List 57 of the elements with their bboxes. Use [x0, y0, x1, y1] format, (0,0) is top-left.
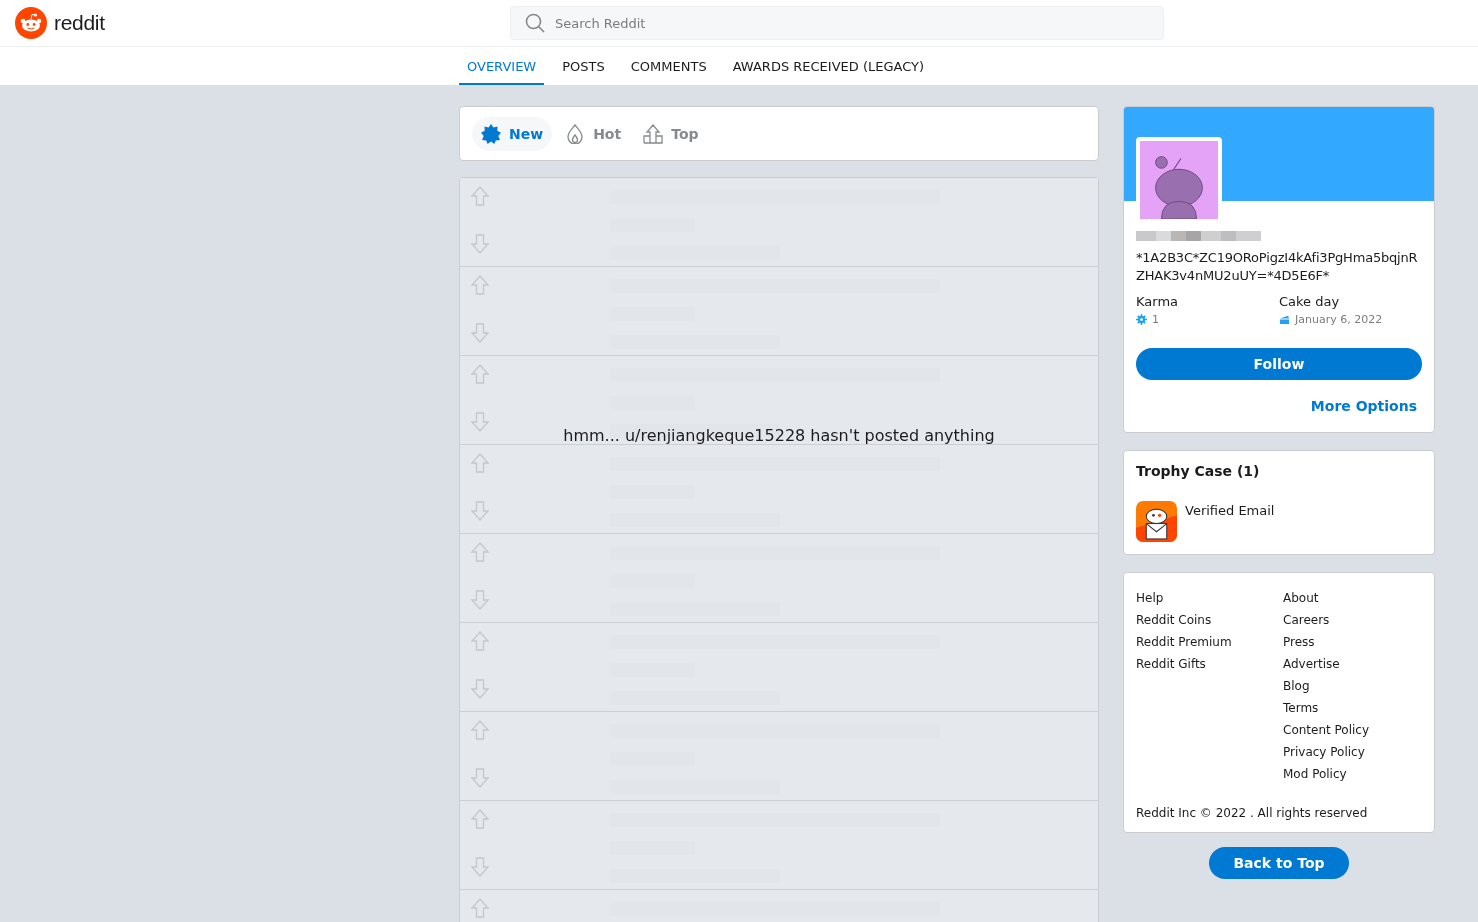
logo-icon[interactable]	[15, 7, 47, 39]
karma-value: 1	[1152, 313, 1159, 326]
downvote-icon[interactable]	[470, 412, 490, 432]
footer-link[interactable]: Press	[1283, 631, 1422, 653]
logo-wordmark[interactable]: reddit	[54, 11, 105, 35]
trophy-name: Verified Email	[1185, 503, 1275, 518]
cake-day-label: Cake day	[1279, 294, 1341, 309]
downvote-icon[interactable]	[470, 501, 490, 521]
upvote-icon[interactable]	[470, 809, 490, 829]
footer-link[interactable]: Advertise	[1283, 653, 1422, 675]
follow-button[interactable]: Follow	[1136, 348, 1422, 380]
profile-description: *1A2B3C*ZC19ORoPigzI4kAfi3PgHma5bqjnRZHAK3v4nMU2uUY=*4D5E6F*	[1136, 249, 1419, 285]
footer-link[interactable]: Blog	[1283, 675, 1422, 697]
gear-icon	[1136, 314, 1147, 325]
downvote-icon[interactable]	[470, 590, 490, 610]
bar-chart-icon	[643, 123, 664, 144]
upvote-icon[interactable]	[470, 898, 490, 918]
karma-label: Karma	[1136, 294, 1179, 309]
badge-icon	[481, 123, 501, 144]
downvote-icon[interactable]	[470, 768, 490, 788]
profile-tab[interactable]: COMMENTS	[622, 47, 715, 85]
footer-link[interactable]: Careers	[1283, 609, 1422, 631]
upvote-icon[interactable]	[470, 720, 490, 740]
upvote-icon[interactable]	[470, 453, 490, 473]
footer-link[interactable]: Reddit Premium	[1136, 631, 1283, 653]
upvote-icon[interactable]	[470, 631, 490, 651]
upvote-icon[interactable]	[470, 275, 490, 295]
footer-link[interactable]: Privacy Policy	[1283, 741, 1422, 763]
footer-link[interactable]: Reddit Gifts	[1136, 653, 1283, 675]
back-to-top-button[interactable]: Back to Top	[1209, 847, 1349, 879]
search-field[interactable]: Search Reddit	[510, 6, 1164, 40]
footer-link[interactable]: About	[1283, 587, 1422, 609]
upvote-icon[interactable]	[470, 364, 490, 384]
trophy-case-title: Trophy Case (1)	[1136, 463, 1261, 479]
trophy-icon	[1136, 501, 1177, 542]
profile-tab[interactable]: AWARDS RECEIVED (LEGACY)	[724, 47, 933, 85]
downvote-icon[interactable]	[470, 679, 490, 699]
search-icon	[525, 13, 545, 33]
more-options-link[interactable]: More Options	[1310, 398, 1417, 414]
flame-icon	[565, 123, 586, 144]
footer-link[interactable]: Help	[1136, 587, 1283, 609]
cake-day-value: January 6, 2022	[1295, 313, 1383, 326]
sort-button[interactable]: New	[472, 116, 553, 151]
upvote-icon[interactable]	[470, 186, 490, 206]
upvote-icon[interactable]	[470, 542, 490, 562]
cake-icon	[1279, 314, 1290, 325]
downvote-icon[interactable]	[470, 857, 490, 877]
copyright-text: Reddit Inc © 2022 . All rights reserved	[1136, 806, 1369, 820]
footer-link[interactable]: Reddit Coins	[1136, 609, 1283, 631]
downvote-icon[interactable]	[470, 234, 490, 254]
footer-link[interactable]: Terms	[1283, 697, 1422, 719]
profile-tab[interactable]: POSTS	[554, 47, 613, 85]
profile-tab[interactable]: OVERVIEW	[459, 47, 545, 85]
empty-message: hmm... u/renjiangkeque15228 hasn't posted anything	[563, 426, 995, 445]
footer-link[interactable]: Mod Policy	[1283, 763, 1422, 785]
downvote-icon[interactable]	[470, 323, 490, 343]
footer-link[interactable]: Content Policy	[1283, 719, 1422, 741]
